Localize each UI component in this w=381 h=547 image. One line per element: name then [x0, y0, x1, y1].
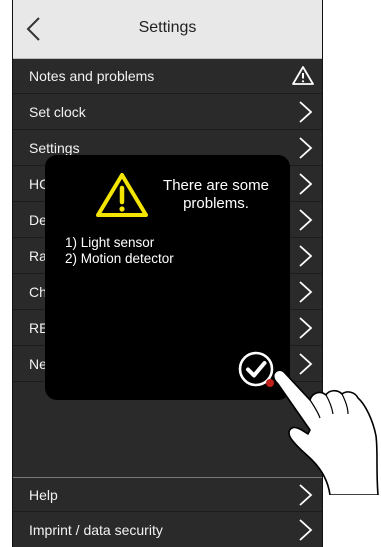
warning-icon — [96, 173, 148, 217]
problem-item: 1) Light sensor — [65, 235, 155, 250]
chevron-right-icon — [299, 245, 313, 267]
page-title: Settings — [138, 19, 197, 36]
warning-icon — [292, 66, 314, 85]
menu-item-label: Notes and problems — [29, 68, 155, 84]
header-bar: Settings — [13, 0, 322, 59]
problems-dialog: There are some problems. 1) Light sensor… — [45, 155, 290, 400]
menu-item-label: Imprint / data security — [29, 522, 163, 538]
chevron-right-icon — [299, 173, 313, 195]
pointing-hand-icon — [272, 369, 379, 495]
menu-item-label: Help — [29, 487, 58, 503]
problem-item: 2) Motion detector — [65, 251, 174, 266]
menu-item-imprint-data-security[interactable]: Imprint / data security — [13, 512, 322, 547]
chevron-right-icon — [299, 137, 313, 159]
problem-list: 1) Light sensor 2) Motion detector — [65, 235, 174, 267]
chevron-right-icon — [299, 519, 313, 541]
chevron-right-icon — [299, 317, 313, 339]
menu-item-label: Set clock — [29, 104, 86, 120]
chevron-right-icon — [299, 101, 313, 123]
dialog-title: There are some problems. — [163, 177, 269, 212]
menu-item-set-clock[interactable]: Set clock — [13, 94, 322, 130]
chevron-right-icon — [299, 209, 313, 231]
menu-item-notes-and-problems[interactable]: Notes and problems — [13, 58, 322, 94]
chevron-right-icon — [299, 281, 313, 303]
menu-item-label: Settings — [29, 140, 80, 156]
